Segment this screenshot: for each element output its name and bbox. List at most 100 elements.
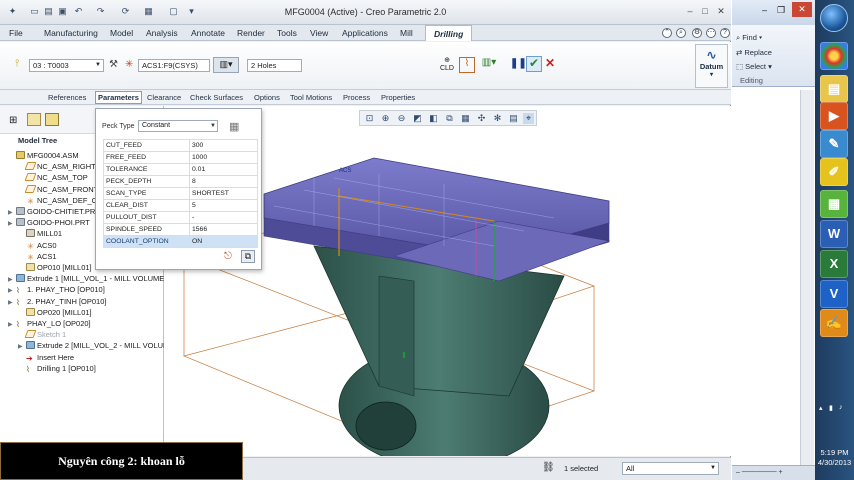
tree-item[interactable]: ▶ Extrude 1 [MILL_VOL_1 - MILL VOLUME] — [8, 273, 166, 284]
tab-drilling[interactable]: Drilling — [425, 25, 473, 41]
expand-arrow-icon[interactable]: ▶ — [8, 298, 16, 309]
parameter-row[interactable]: FREE_FEED 1000 — [103, 151, 258, 164]
tab-process[interactable]: Process — [343, 93, 370, 102]
tree-item[interactable]: ▶ Extrude 2 [MILL_VOL_2 - MILL VOLUME] — [18, 340, 176, 351]
tree-item[interactable]: MFG0004.ASM — [8, 150, 79, 161]
peck-type-select[interactable]: Constant ▼ — [138, 120, 218, 132]
favorites-icon[interactable] — [45, 113, 59, 126]
parameter-row[interactable]: PECK_DEPTH 8 — [103, 175, 258, 188]
saved-views-icon[interactable]: ⧉ — [444, 113, 455, 124]
parameter-value[interactable]: 1000 — [189, 151, 258, 164]
tab-references[interactable]: References — [48, 93, 86, 102]
edit-parameters-icon[interactable]: ▦ — [229, 120, 239, 133]
play-path-icon[interactable]: ⌇ — [459, 57, 475, 73]
parameter-value[interactable]: 8 — [189, 175, 258, 188]
volume-icon[interactable]: ♪ — [839, 404, 843, 411]
tree-item[interactable]: ✳ NC_ASM_DEF_C... — [18, 195, 103, 206]
cl-data-icon[interactable]: ⊕ CLD — [439, 57, 455, 73]
tree-item[interactable]: ✳ ACS1 — [18, 251, 56, 262]
copy-parameters-icon[interactable]: ⧉ — [241, 250, 255, 263]
tree-item[interactable]: ⌇ Drilling 1 [OP010] — [18, 363, 96, 374]
accept-check-icon[interactable]: ✔ — [526, 56, 542, 72]
creo-app-icon[interactable]: ▦ — [820, 190, 848, 218]
expand-arrow-icon[interactable]: ▶ — [8, 219, 16, 230]
minimize-icon[interactable]: – — [762, 5, 767, 15]
tab-applications[interactable]: Applications — [342, 28, 388, 38]
tab-analysis[interactable]: Analysis — [146, 28, 178, 38]
start-button[interactable] — [820, 4, 848, 32]
chrome-icon[interactable] — [820, 42, 848, 70]
tab-options[interactable]: Options — [254, 93, 280, 102]
tab-view[interactable]: View — [310, 28, 328, 38]
parameter-value[interactable]: SHORTEST — [189, 187, 258, 200]
parameter-row[interactable]: PULLOUT_DIST - — [103, 211, 258, 224]
holes-collector[interactable]: 2 Holes — [247, 59, 302, 72]
save-parameters-icon[interactable]: ⎋ — [224, 251, 232, 262]
parameter-value[interactable]: 1566 — [189, 223, 258, 236]
model-tree-icon[interactable]: ⊞ — [9, 115, 17, 126]
select-button[interactable]: ⬚ Select ▾ — [736, 62, 772, 71]
tree-item[interactable]: ▶ ⌇ 2. PHAY_TINH [OP010] — [8, 296, 106, 307]
tree-item[interactable]: ▶ ⌇ PHAY_LO [OP020] — [8, 318, 91, 329]
tree-item[interactable]: ➔ Insert Here — [18, 352, 74, 363]
parameter-row[interactable]: CUT_FEED 300 — [103, 139, 258, 152]
tree-item[interactable]: NC_ASM_FRONT — [18, 184, 98, 195]
help-icon[interactable]: ? — [720, 28, 730, 38]
search-icon[interactable]: ⌕ — [676, 28, 686, 38]
network-icon[interactable]: ▮ — [829, 404, 833, 412]
tree-item[interactable]: OP010 [MILL01] — [18, 262, 92, 273]
tab-file[interactable]: File — [9, 28, 23, 38]
tab-check-surfaces[interactable]: Check Surfaces — [190, 93, 243, 102]
tab-manufacturing[interactable]: Manufacturing — [44, 28, 98, 38]
tab-annotate[interactable]: Annotate — [191, 28, 225, 38]
parameter-row[interactable]: SPINDLE_SPEED 1566 — [103, 223, 258, 236]
word-scrollbar[interactable] — [800, 90, 814, 465]
expand-arrow-icon[interactable]: ▶ — [8, 320, 16, 331]
tree-item[interactable]: OP020 [MILL01] — [18, 307, 92, 318]
close-icon[interactable]: ✕ — [715, 6, 727, 17]
system-clock[interactable]: 5:19 PM 4/30/2013 — [815, 448, 854, 468]
parameter-row[interactable]: SCAN_TYPE SHORTEST — [103, 187, 258, 200]
tree-item[interactable]: ✳ ACS0 — [18, 240, 56, 251]
csys-display-icon[interactable]: ⌖ — [523, 113, 534, 124]
tree-item[interactable]: MILL01 — [18, 228, 62, 239]
parameter-value[interactable]: 300 — [189, 139, 258, 152]
view-manager-icon[interactable]: ▦ — [460, 113, 471, 124]
tree-item[interactable]: ▶ GOIDO-PHOI.PRT — [8, 217, 90, 228]
paint-icon[interactable]: ✎ — [820, 130, 848, 158]
tab-render[interactable]: Render — [237, 28, 265, 38]
more-icon[interactable]: ⋯ — [706, 28, 716, 38]
filter-select[interactable]: All ▼ — [622, 462, 719, 475]
restore-icon[interactable]: ❐ — [777, 5, 785, 16]
cancel-x-icon[interactable]: ✕ — [545, 57, 555, 69]
tab-model[interactable]: Model — [110, 28, 133, 38]
close-icon[interactable]: ✕ — [792, 2, 812, 17]
replace-button[interactable]: ⇄ Replace — [736, 48, 772, 57]
collapse-ribbon-icon[interactable]: ⌃ — [662, 28, 672, 38]
zoom-in-icon[interactable]: ⊕ — [380, 113, 391, 124]
parameter-row[interactable]: COOLANT_OPTION ON — [103, 235, 258, 248]
tab-parameters[interactable]: Parameters — [95, 91, 142, 104]
paint-tool-icon[interactable]: ✍ — [820, 309, 848, 337]
parameter-value[interactable]: 0.01 — [189, 163, 258, 176]
verify-icon[interactable]: ▥▾ — [479, 57, 499, 69]
zoom-out-icon[interactable]: ⊖ — [396, 113, 407, 124]
tree-item[interactable]: ▶ ⌇ 1. PHAY_THO [OP010] — [8, 284, 105, 295]
tree-item[interactable]: ▶ GOIDO-CHITIET.PRT — [8, 206, 100, 217]
tool-select[interactable]: 03 : T0003 ▼ — [29, 59, 104, 72]
media-player-icon[interactable]: ▶ — [820, 102, 848, 130]
spin-center-icon[interactable]: ✻ — [492, 113, 503, 124]
repaint-icon[interactable]: ◩ — [412, 113, 423, 124]
datum-display-icon[interactable]: ✣ — [476, 113, 487, 124]
tool-manager-icon[interactable]: ⚒ — [109, 59, 118, 71]
app-v-icon[interactable]: V — [820, 280, 848, 308]
refit-icon[interactable]: ⊡ — [364, 113, 375, 124]
selection-filter-icon[interactable]: ⛓ — [542, 462, 555, 473]
tree-item[interactable]: NC_ASM_RIGHT — [18, 161, 96, 172]
file-explorer-icon[interactable]: ▤ — [820, 75, 848, 103]
show-hidden-icons[interactable]: ▴ — [819, 404, 823, 412]
find-button[interactable]: ⌕ Find ▾ — [736, 33, 762, 43]
tab-mill[interactable]: Mill — [400, 28, 413, 38]
parameter-value[interactable]: ON — [189, 235, 258, 248]
tree-item[interactable]: Sketch 1 — [18, 329, 66, 340]
